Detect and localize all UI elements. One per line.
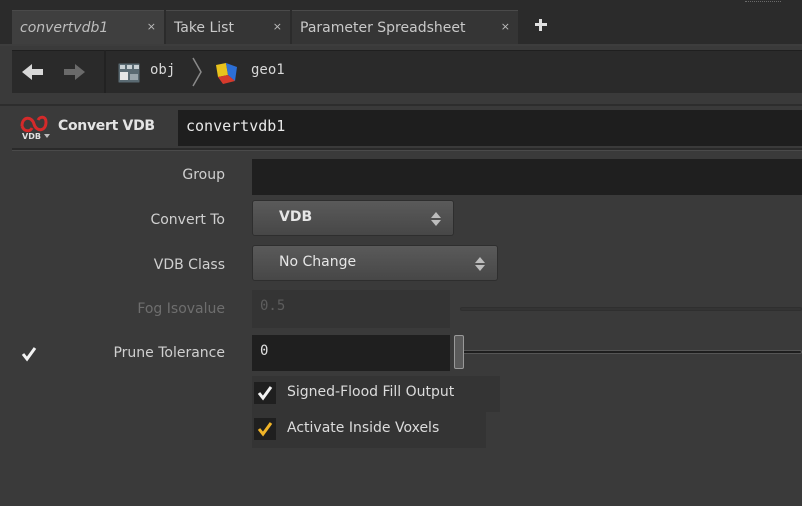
vdb-class-value: No Change — [279, 254, 357, 270]
vdb-class-menu[interactable]: No Change — [252, 245, 498, 281]
breadcrumb-chevron-icon — [192, 57, 202, 87]
fog-isovalue-slider — [460, 307, 802, 311]
svg-text:VDB: VDB — [22, 132, 41, 141]
tab-close-icon[interactable]: × — [147, 20, 156, 33]
tab-label: convertvdb1 — [20, 19, 109, 36]
fog-isovalue-label: Fog Isovalue — [137, 301, 225, 317]
prune-tolerance-input[interactable]: 0 — [252, 335, 450, 371]
group-input[interactable] — [252, 159, 802, 195]
signed-flood-fill-checkbox[interactable] — [254, 382, 276, 404]
convert-to-value: VDB — [279, 209, 313, 225]
prune-tolerance-label: Prune Tolerance — [113, 345, 225, 361]
path-divider — [104, 50, 106, 93]
geo-node-icon — [216, 63, 237, 84]
tab-parameter-spreadsheet[interactable]: Parameter Spreadsheet × — [292, 10, 518, 44]
node-type-label: Convert VDB — [58, 118, 155, 134]
tab-take-list[interactable]: Take List × — [166, 10, 290, 44]
menu-updown-icon — [431, 212, 441, 226]
tab-close-icon[interactable]: × — [273, 20, 282, 33]
vdb-node-icon: VDB — [20, 115, 50, 141]
obj-network-icon — [117, 62, 141, 84]
breadcrumb-geo1[interactable]: geo1 — [251, 62, 285, 78]
pane-resize-grip[interactable] — [745, 1, 781, 4]
add-tab-icon[interactable] — [528, 10, 554, 42]
group-label: Group — [182, 167, 225, 183]
tab-close-icon[interactable]: × — [501, 20, 510, 33]
signed-flood-fill-label: Signed-Flood Fill Output — [287, 384, 455, 400]
activate-inside-checkbox[interactable] — [254, 418, 276, 440]
forward-arrow-icon[interactable] — [62, 61, 88, 83]
tab-convertvdb1[interactable]: convertvdb1 × — [12, 10, 164, 44]
prune-tolerance-slider-handle[interactable] — [454, 335, 464, 369]
node-name-field[interactable]: convertvdb1 — [178, 110, 802, 146]
convert-to-menu[interactable]: VDB — [252, 200, 454, 236]
header-divider — [12, 148, 802, 151]
tab-label: Take List — [174, 19, 234, 36]
back-arrow-icon[interactable] — [20, 61, 48, 83]
activate-inside-label: Activate Inside Voxels — [287, 420, 440, 436]
convert-to-label: Convert To — [150, 212, 225, 228]
tab-label: Parameter Spreadsheet — [300, 19, 466, 36]
fog-isovalue-input: 0.5 — [252, 290, 450, 328]
prune-tolerance-slider[interactable] — [460, 350, 802, 354]
menu-updown-icon — [475, 257, 485, 271]
breadcrumb-obj[interactable]: obj — [150, 62, 175, 78]
vdb-class-label: VDB Class — [153, 257, 225, 273]
